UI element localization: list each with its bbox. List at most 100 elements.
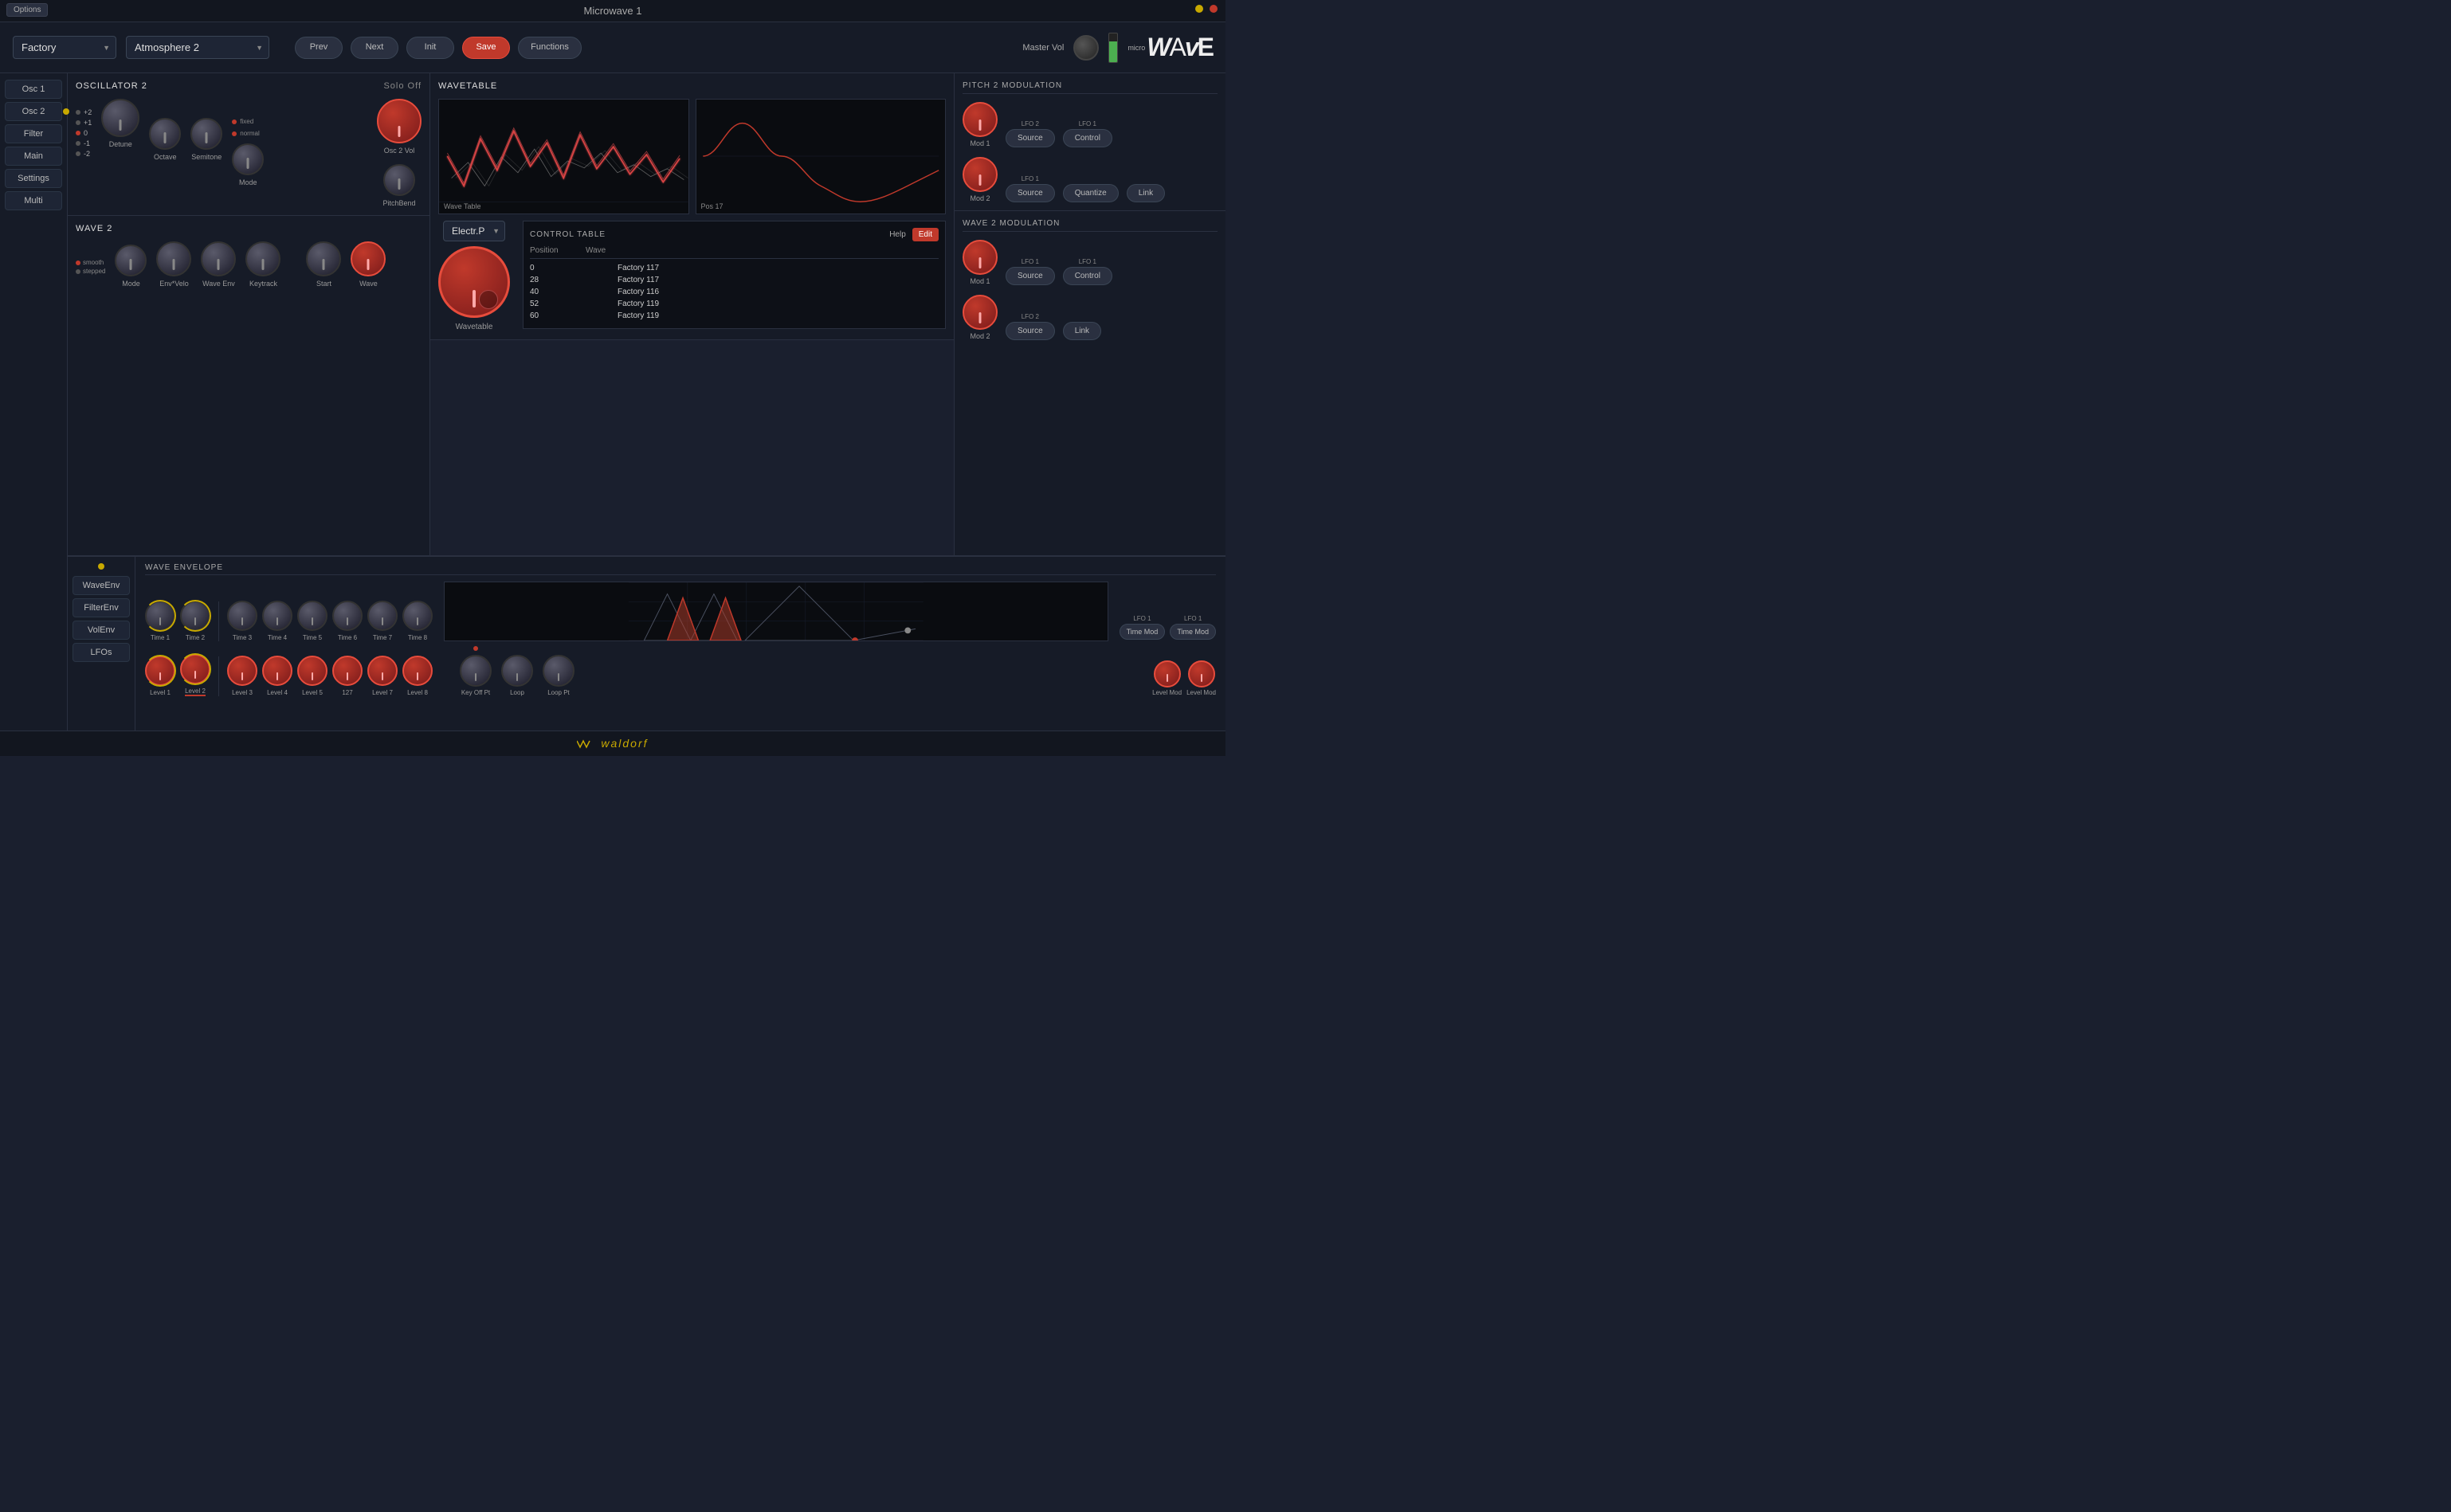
wave2-wave-knob-group: Wave <box>351 241 386 288</box>
wave2-source2-btn[interactable]: Source <box>1006 322 1055 340</box>
level7-knob[interactable] <box>367 656 398 686</box>
level6-knob[interactable] <box>332 656 363 686</box>
window-controls: − × <box>1195 5 1218 13</box>
time3-knob[interactable] <box>227 601 257 631</box>
time5-knob[interactable] <box>297 601 327 631</box>
envvelo-knob[interactable] <box>156 241 191 276</box>
level5-knob[interactable] <box>297 656 327 686</box>
sidebar-item-settings[interactable]: Settings <box>5 169 62 188</box>
wave2-source1-btn[interactable]: Source <box>1006 267 1055 285</box>
time2-knob[interactable] <box>180 601 210 631</box>
minimize-button[interactable]: − <box>1195 5 1203 13</box>
osc2vol-knob[interactable] <box>377 99 422 143</box>
time7-knob[interactable] <box>367 601 398 631</box>
semitone-knob[interactable] <box>190 118 222 150</box>
keyoffpt-knob[interactable] <box>460 655 492 687</box>
envvelo-knob-group: Env*Velo <box>156 241 191 288</box>
pitch2-link-btn[interactable]: Link <box>1127 184 1165 202</box>
level3-knob[interactable] <box>227 656 257 686</box>
master-vol-bar[interactable] <box>1108 33 1118 63</box>
mode-knob[interactable] <box>232 143 264 175</box>
wave2-mod1-knob[interactable] <box>963 240 998 275</box>
master-vol-knob[interactable] <box>1073 35 1099 61</box>
init-button[interactable]: Init <box>406 37 454 59</box>
time6-knob[interactable] <box>332 601 363 631</box>
time8-knob[interactable] <box>402 601 433 631</box>
start-knob-group: Start <box>306 241 341 288</box>
start-knob[interactable] <box>306 241 341 276</box>
keytrack-knob-group: Keytrack <box>245 241 280 288</box>
osc2-panel-title: OSCILLATOR 2 Solo Off <box>76 81 422 91</box>
pitch2-mod1-knob[interactable] <box>963 102 998 137</box>
preset-select-wrapper[interactable]: Atmosphere 2 <box>126 36 269 59</box>
prev-button[interactable]: Prev <box>295 37 343 59</box>
master-vol-area: Master Vol micro WAvE <box>1022 33 1213 63</box>
pitch2-source1-btn[interactable]: Source <box>1006 129 1055 147</box>
sidebar-filterenv[interactable]: FilterEnv <box>73 598 130 617</box>
control-table-help[interactable]: Help <box>889 230 906 239</box>
options-button[interactable]: Options <box>6 3 48 17</box>
detune-knob-group: Detune <box>101 99 139 148</box>
level8-knob[interactable] <box>402 656 433 686</box>
detune-knob[interactable] <box>101 99 139 137</box>
preset-select[interactable]: Atmosphere 2 <box>126 36 269 59</box>
level3-group: Level 3 <box>227 656 257 696</box>
wavetable-3d-display: Wave Table <box>438 99 689 214</box>
control-table-title: CONTROL TABLE <box>530 230 606 239</box>
bank-select[interactable]: Factory <box>13 36 116 59</box>
keytrack-knob[interactable] <box>245 241 280 276</box>
wave2-link-btn[interactable]: Link <box>1063 322 1101 340</box>
wave2-wave-knob[interactable] <box>351 241 386 276</box>
loop-knob[interactable] <box>501 655 533 687</box>
wavetable-main-knob[interactable] <box>438 246 510 318</box>
level2-group: Level 2 <box>180 654 210 696</box>
time4-knob[interactable] <box>262 601 292 631</box>
levelmod2-group: Level Mod <box>1186 660 1216 696</box>
wave-env-title: WAVE ENVELOPE <box>145 563 1216 575</box>
wave2-mod2-knob[interactable] <box>963 295 998 330</box>
wave-envelope-section: WaveEnv FilterEnv VolEnv LFOs WAVE ENVEL… <box>68 555 1226 731</box>
level1-knob[interactable] <box>145 656 175 686</box>
sidebar-volenv[interactable]: VolEnv <box>73 621 130 640</box>
pitch2-control1-btn[interactable]: Control <box>1063 129 1112 147</box>
sidebar-item-osc2[interactable]: Osc 2 <box>5 102 62 121</box>
bank-select-wrapper[interactable]: Factory <box>13 36 116 59</box>
functions-button[interactable]: Functions <box>518 37 582 59</box>
level2-knob[interactable] <box>180 654 210 684</box>
wavetable-wave-display: Pos 17 <box>696 99 947 214</box>
levelmod1-knob[interactable] <box>1154 660 1181 687</box>
sidebar-item-main[interactable]: Main <box>5 147 62 166</box>
mode2-knob[interactable] <box>115 245 147 276</box>
logo-wave: WAvE <box>1147 33 1213 62</box>
wave-table-label: Wave Table <box>444 202 481 210</box>
octave-knob[interactable] <box>149 118 181 150</box>
timemod1-btn[interactable]: Time Mod <box>1120 624 1166 640</box>
time1-knob[interactable] <box>145 601 175 631</box>
edit-button[interactable]: Edit <box>912 228 939 241</box>
pitch2-mod2-knob[interactable] <box>963 157 998 192</box>
sidebar-item-osc1[interactable]: Osc 1 <box>5 80 62 99</box>
pitch2-source2-btn[interactable]: Source <box>1006 184 1055 202</box>
save-button[interactable]: Save <box>462 37 510 59</box>
sidebar-lfos[interactable]: LFOs <box>73 643 130 662</box>
sidebar-waveenv[interactable]: WaveEnv <box>73 576 130 595</box>
waldorf-logo: waldorf <box>577 737 648 750</box>
sidebar-item-multi[interactable]: Multi <box>5 191 62 210</box>
pitch2-quantize-btn[interactable]: Quantize <box>1063 184 1119 202</box>
wavetable-dropdown[interactable]: Electr.P <box>443 221 505 241</box>
timemod2-btn[interactable]: Time Mod <box>1170 624 1216 640</box>
osc2-indicator <box>63 108 69 115</box>
pitchbend-knob[interactable] <box>383 164 415 196</box>
pitch2-modulation-panel: PITCH 2 MODULATION Mod 1 LFO 2 Source LF… <box>955 73 1226 211</box>
looppt-knob[interactable] <box>543 655 575 687</box>
levelmod2-knob[interactable] <box>1188 660 1215 687</box>
top-bar: Factory Atmosphere 2 Prev Next Init Save… <box>0 22 1226 73</box>
waveenv-indicator <box>98 563 104 570</box>
wave2-control1-btn[interactable]: Control <box>1063 267 1112 285</box>
level1-group: Level 1 <box>145 656 175 696</box>
level4-knob[interactable] <box>262 656 292 686</box>
sidebar-item-filter[interactable]: Filter <box>5 124 62 143</box>
waveenv-knob[interactable] <box>201 241 236 276</box>
close-button[interactable]: × <box>1210 5 1218 13</box>
next-button[interactable]: Next <box>351 37 398 59</box>
